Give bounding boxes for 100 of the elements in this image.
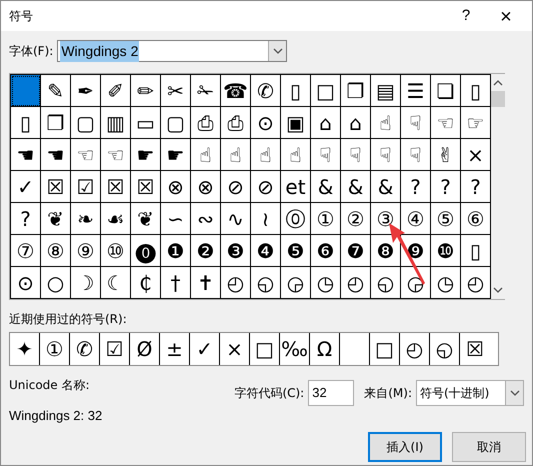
- symbol-cell[interactable]: ☛: [131, 139, 161, 171]
- symbol-cell[interactable]: ◴: [461, 267, 491, 299]
- symbol-cell[interactable]: ✒: [71, 75, 101, 107]
- symbol-cell[interactable]: ☙: [101, 203, 131, 235]
- scroll-up-icon[interactable]: [493, 80, 503, 86]
- symbol-cell[interactable]: ⑤: [431, 203, 461, 235]
- scroll-down-icon[interactable]: [493, 287, 503, 293]
- symbol-cell[interactable]: ❶: [161, 235, 191, 267]
- symbol-cell[interactable]: ✓: [11, 171, 41, 203]
- symbol-cell[interactable]: ⑩: [101, 235, 131, 267]
- symbol-cell[interactable]: †: [161, 267, 191, 299]
- symbol-cell[interactable]: ✁: [191, 75, 221, 107]
- help-button[interactable]: ?: [446, 2, 486, 30]
- symbol-cell[interactable]: ⎙: [191, 107, 221, 139]
- symbol-cell[interactable]: ✐: [101, 75, 131, 107]
- symbol-cell[interactable]: ⑦: [11, 235, 41, 267]
- symbol-cell[interactable]: ②: [341, 203, 371, 235]
- symbol-cell[interactable]: ◷: [431, 267, 461, 299]
- symbol-cell[interactable]: ∿: [221, 203, 251, 235]
- symbol-cell[interactable]: ⊙: [251, 107, 281, 139]
- symbol-cell[interactable]: ☜: [431, 107, 461, 139]
- symbol-cell[interactable]: ▯: [11, 107, 41, 139]
- recent-symbol-cell[interactable]: □: [250, 333, 280, 365]
- symbol-cell[interactable]: ∽: [161, 203, 191, 235]
- from-select[interactable]: 符号(十进制): [416, 380, 524, 406]
- symbol-cell[interactable]: ?: [401, 171, 431, 203]
- symbol-cell[interactable]: ≀: [251, 203, 281, 235]
- symbol-cell[interactable]: ⑧: [41, 235, 71, 267]
- symbol-cell[interactable]: ☝: [251, 139, 281, 171]
- symbol-cell[interactable]: ✎: [41, 75, 71, 107]
- symbol-cell[interactable]: ⑨: [71, 235, 101, 267]
- recent-symbol-cell[interactable]: ①: [40, 333, 70, 365]
- symbol-cell[interactable]: ☟: [371, 139, 401, 171]
- symbol-cell[interactable]: ○: [41, 267, 71, 299]
- symbol-cell[interactable]: ❻: [311, 235, 341, 267]
- symbol-cell[interactable]: ☜: [71, 139, 101, 171]
- symbol-cell[interactable]: ☾: [101, 267, 131, 299]
- symbol-cell[interactable]: ❏: [431, 75, 461, 107]
- symbol-cell[interactable]: ☒: [101, 171, 131, 203]
- symbol-cell[interactable]: ☚: [11, 139, 41, 171]
- recent-symbol-cell[interactable]: Ω: [310, 333, 340, 365]
- symbol-cell[interactable]: &: [371, 171, 401, 203]
- symbol-cell[interactable]: ₵: [131, 267, 161, 299]
- symbol-cell[interactable]: ❺: [281, 235, 311, 267]
- symbol-cell[interactable]: ☒: [41, 171, 71, 203]
- symbol-cell[interactable]: ❸: [221, 235, 251, 267]
- symbol-cell[interactable]: ▣: [281, 107, 311, 139]
- symbol-cell[interactable]: ▥: [101, 107, 131, 139]
- close-button[interactable]: ×: [486, 2, 526, 30]
- recent-symbol-cell[interactable]: ✓: [190, 333, 220, 365]
- symbol-cell[interactable]: ?: [431, 171, 461, 203]
- symbol-cell[interactable]: ☟: [401, 107, 431, 139]
- symbol-cell[interactable]: ?: [461, 171, 491, 203]
- recent-symbol-cell[interactable]: ◵: [430, 333, 460, 365]
- symbol-cell[interactable]: ①: [311, 203, 341, 235]
- symbol-cell[interactable]: &: [341, 171, 371, 203]
- symbol-cell[interactable]: ▢: [71, 107, 101, 139]
- recent-symbol-cell[interactable]: ‰: [280, 333, 310, 365]
- symbol-cell[interactable]: ❧: [71, 203, 101, 235]
- symbol-cell[interactable]: ⓪: [281, 203, 311, 235]
- symbol-cell[interactable]: ⊗: [191, 171, 221, 203]
- symbol-cell[interactable]: ❹: [251, 235, 281, 267]
- symbol-cell[interactable]: ◶: [281, 267, 311, 299]
- symbol-cell[interactable]: ❽: [371, 235, 401, 267]
- symbol-cell[interactable]: ❦: [131, 203, 161, 235]
- char-code-field[interactable]: 32: [308, 380, 354, 406]
- symbol-cell[interactable]: ❷: [191, 235, 221, 267]
- recent-symbol-cell[interactable]: Ø: [130, 333, 160, 365]
- symbol-cell[interactable]: ☜: [101, 139, 131, 171]
- symbol-cell[interactable]: ⌂: [341, 107, 371, 139]
- symbol-cell[interactable]: ▯: [281, 75, 311, 107]
- symbol-cell[interactable]: ▯: [461, 235, 491, 267]
- recent-symbol-cell[interactable]: ±: [160, 333, 190, 365]
- dialog-button[interactable]: 插入(I): [368, 432, 442, 462]
- symbol-cell[interactable]: ☝: [371, 107, 401, 139]
- symbol-cell[interactable]: ☟: [401, 139, 431, 171]
- symbol-cell[interactable]: ✝: [191, 267, 221, 299]
- symbol-cell[interactable]: ✂: [161, 75, 191, 107]
- symbol-cell[interactable]: ⓿: [131, 235, 161, 267]
- recent-symbol-cell[interactable]: ◴: [400, 333, 430, 365]
- symbol-cell[interactable]: ▤: [371, 75, 401, 107]
- symbol-cell[interactable]: ☝: [221, 139, 251, 171]
- symbol-cell[interactable]: ?: [11, 203, 41, 235]
- symbol-cell[interactable]: ❐: [41, 107, 71, 139]
- symbol-cell[interactable]: ◷: [311, 267, 341, 299]
- symbol-cell[interactable]: ❿: [431, 235, 461, 267]
- recent-symbol-cell[interactable]: □: [370, 333, 400, 365]
- symbol-cell[interactable]: ☛: [161, 139, 191, 171]
- symbol-cell[interactable]: ◴: [221, 267, 251, 299]
- symbol-cell[interactable]: ◴: [341, 267, 371, 299]
- symbol-cell[interactable]: ☒: [131, 171, 161, 203]
- symbol-cell[interactable]: ⎙: [221, 107, 251, 139]
- scrollbar[interactable]: [491, 74, 505, 299]
- symbol-cell[interactable]: [11, 75, 41, 107]
- symbol-cell[interactable]: ☞: [461, 107, 491, 139]
- scroll-thumb[interactable]: [491, 91, 505, 107]
- symbol-cell[interactable]: ✌: [431, 139, 461, 171]
- recent-symbol-cell[interactable]: ☑: [100, 333, 130, 365]
- symbol-cell[interactable]: ✆: [251, 75, 281, 107]
- dropdown-icon[interactable]: [510, 390, 520, 396]
